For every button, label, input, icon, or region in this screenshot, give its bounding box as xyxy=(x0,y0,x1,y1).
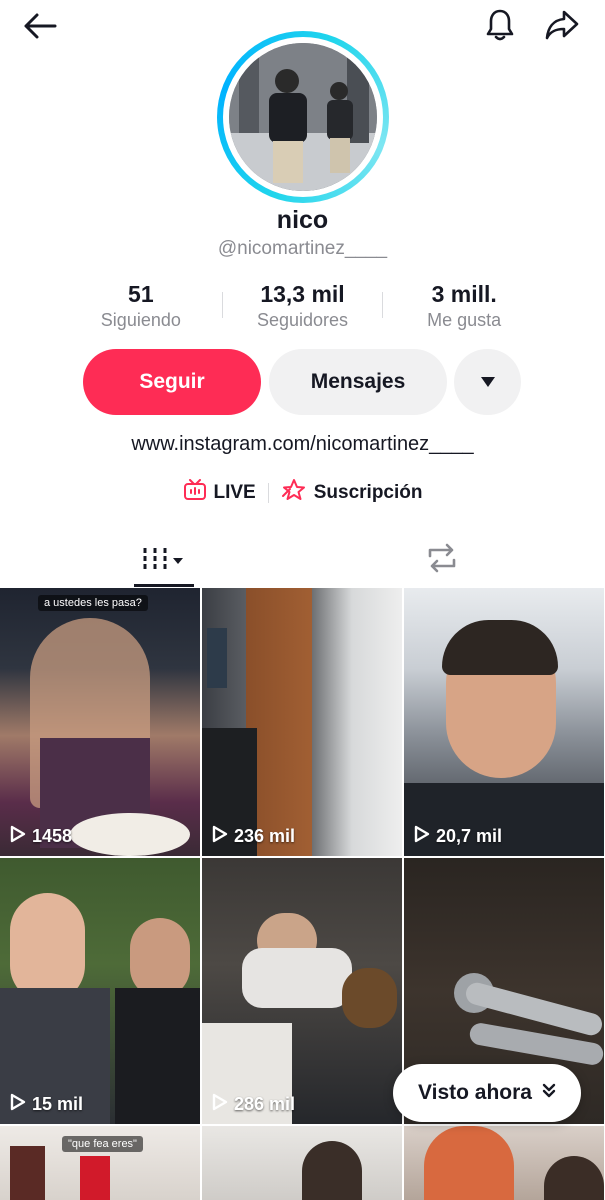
grid-columns-icon xyxy=(140,545,188,580)
caret-down-icon xyxy=(480,370,496,394)
video-caption: a ustedes les pasa? xyxy=(38,595,148,611)
stat-followers-value: 13,3 mil xyxy=(260,281,345,307)
profile-stats: 51 Siguiendo 13,3 mil Seguidores 3 mill.… xyxy=(60,280,545,336)
follow-button[interactable]: Seguir xyxy=(83,349,261,415)
view-count: 286 mil xyxy=(212,1093,295,1116)
video-thumbnail[interactable] xyxy=(202,1126,402,1200)
badge-divider xyxy=(267,483,269,503)
subscription-badge[interactable]: Suscripción xyxy=(281,478,423,508)
video-thumbnail[interactable]: 20,7 mil xyxy=(404,588,604,856)
bell-icon[interactable] xyxy=(480,6,520,44)
stat-following-value: 51 xyxy=(128,281,154,307)
watched-now-label: Visto ahora xyxy=(418,1081,532,1104)
share-icon[interactable] xyxy=(540,6,584,44)
play-icon xyxy=(212,1093,228,1116)
video-thumbnail[interactable]: "que fea eres" xyxy=(0,1126,200,1200)
play-icon xyxy=(212,825,228,848)
stat-divider xyxy=(222,292,223,318)
live-badge[interactable]: LIVE xyxy=(183,479,256,507)
star-badge-icon xyxy=(281,478,307,508)
video-thumbnail[interactable]: 286 mil xyxy=(202,858,402,1124)
stat-followers-label: Seguidores xyxy=(256,310,349,330)
live-tv-icon xyxy=(183,479,207,507)
tab-reposts[interactable] xyxy=(420,540,464,580)
view-count: 15 mil xyxy=(10,1093,83,1116)
active-tab-indicator xyxy=(134,584,194,587)
video-thumbnail[interactable]: a ustedes les pasa? 1458 xyxy=(0,588,200,856)
stat-following[interactable]: 51 Siguiendo xyxy=(60,280,222,336)
video-thumbnail[interactable] xyxy=(404,1126,604,1200)
profile-tabs xyxy=(0,532,605,588)
stat-divider xyxy=(382,292,383,318)
avatar-ring[interactable] xyxy=(217,31,389,203)
view-count-text: 286 mil xyxy=(234,1094,296,1114)
stat-likes-value: 3 mill. xyxy=(431,281,497,307)
profile-badges: LIVE Suscripción xyxy=(0,478,605,508)
live-label: LIVE xyxy=(213,482,256,503)
view-count-text: 236 mil xyxy=(234,826,296,846)
view-count-text: 15 mil xyxy=(32,1094,84,1114)
video-thumbnail[interactable]: 15 mil xyxy=(0,858,200,1124)
avatar[interactable] xyxy=(229,43,377,191)
stat-following-label: Siguiendo xyxy=(100,310,181,330)
stat-likes[interactable]: 3 mill. Me gusta xyxy=(383,280,545,336)
play-icon xyxy=(414,825,430,848)
video-caption: "que fea eres" xyxy=(62,1136,143,1152)
stat-likes-label: Me gusta xyxy=(427,310,502,330)
double-chevron-down-icon xyxy=(542,1081,556,1105)
repost-icon xyxy=(424,542,460,579)
more-options-button[interactable] xyxy=(454,349,521,415)
bio-link[interactable]: www.instagram.com/nicomartinez____ xyxy=(0,433,605,456)
watched-now-button[interactable]: Visto ahora xyxy=(393,1064,581,1122)
back-arrow-icon[interactable] xyxy=(20,8,60,44)
view-count: 236 mil xyxy=(212,825,295,848)
video-thumbnail[interactable]: 236 mil xyxy=(202,588,402,856)
play-icon xyxy=(10,825,26,848)
profile-handle: @nicomartinez____ xyxy=(217,238,388,259)
tab-videos[interactable] xyxy=(134,540,194,584)
view-count-text: 1458 xyxy=(32,826,73,846)
profile-name: nico xyxy=(276,206,329,234)
stat-followers[interactable]: 13,3 mil Seguidores xyxy=(222,280,384,336)
view-count: 1458 xyxy=(10,825,72,848)
play-icon xyxy=(10,1093,26,1116)
view-count-text: 20,7 mil xyxy=(436,826,503,846)
subscription-label: Suscripción xyxy=(313,482,423,503)
messages-button[interactable]: Mensajes xyxy=(269,349,447,415)
view-count: 20,7 mil xyxy=(414,825,502,848)
